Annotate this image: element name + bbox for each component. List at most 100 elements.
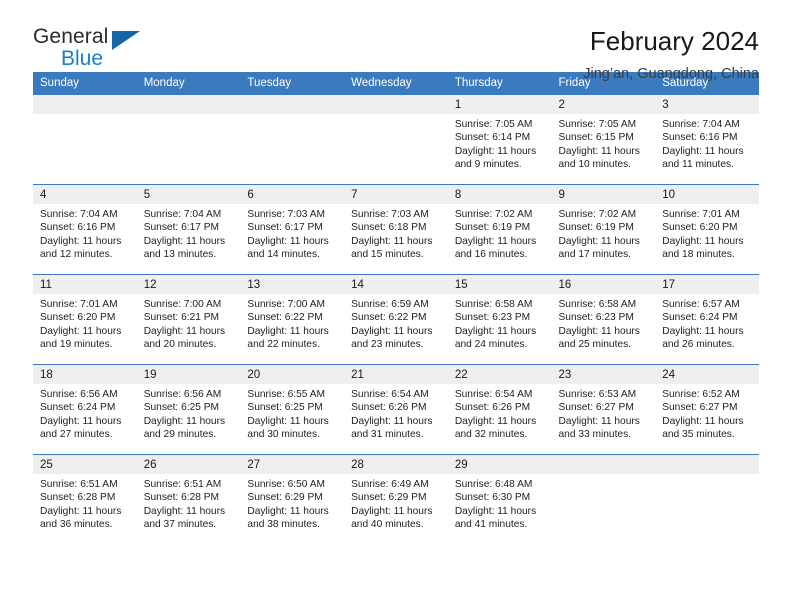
calendar-day-cell[interactable]: 18 Sunrise: 6:56 AM Sunset: 6:24 PM Dayligh… [33,364,137,455]
sunrise-time: Sunrise: 7:04 AM [143,209,222,220]
calendar-day-cell[interactable]: 6 Sunrise: 7:03 AM Sunset: 6:17 PM Daylight… [240,184,345,275]
sunset-time: Sunset: 6:18 PM [351,222,427,234]
calendar-day-cell[interactable]: 9 Sunrise: 7:02 AM Sunset: 6:19 PM Daylight… [551,184,656,275]
day-number [655,455,759,474]
sunrise-time: Sunrise: 6:56 AM [143,389,222,400]
sunset-time: Sunset: 6:15 PM [558,132,634,144]
day-number: 5 [136,185,241,204]
sunset-time: Sunset: 6:19 PM [454,222,531,234]
sunrise-time: Sunrise: 6:53 AM [558,389,637,400]
calendar-day-cell[interactable]: 8 Sunrise: 7:02 AM Sunset: 6:19 PM Daylight… [447,184,552,275]
daylight-duration-line1: Daylight: 11 hours [247,415,329,427]
day-number: 28 [344,455,448,474]
calendar-page: General Blue February 2024 Jing’an, Guan… [0,0,792,612]
daylight-duration-line1: Daylight: 11 hours [143,415,226,427]
calendar-day-cell[interactable]: 26 Sunrise: 6:51 AM Sunset: 6:28 PM Dayligh… [136,454,241,545]
calendar-day-cell[interactable]: 2 Sunrise: 7:05 AM Sunset: 6:15 PM Daylight… [551,94,656,185]
calendar-day-cell[interactable]: 4 Sunrise: 7:04 AM Sunset: 6:16 PM Daylight… [33,184,137,275]
calendar-day-cell[interactable]: 14 Sunrise: 6:59 AM Sunset: 6:22 PM Dayligh… [344,274,448,365]
daylight-duration-line1: Daylight: 11 hours [454,415,537,427]
daylight-duration-line1: Daylight: 11 hours [454,145,537,157]
sunset-time: Sunset: 6:20 PM [40,312,116,324]
day-details: Sunrise: 7:02 AM Sunset: 6:19 PM Daylight:… [448,204,552,261]
sunrise-time: Sunrise: 6:54 AM [351,389,429,400]
day-number: 10 [655,185,759,204]
calendar-day-cell[interactable]: 11 Sunrise: 7:01 AM Sunset: 6:20 PM Dayligh… [33,274,137,365]
calendar-day-cell[interactable]: 17 Sunrise: 6:57 AM Sunset: 6:24 PM Dayligh… [655,274,759,365]
day-number: 14 [344,275,448,294]
sunrise-time: Sunrise: 7:01 AM [40,299,118,310]
daylight-duration-line2: and 13 minutes. [143,248,217,260]
daylight-duration-line1: Daylight: 11 hours [454,505,537,517]
daylight-duration-line1: Daylight: 11 hours [662,325,744,337]
calendar-day-cell[interactable]: 3 Sunrise: 7:04 AM Sunset: 6:16 PM Daylight… [655,94,759,185]
daylight-duration-line1: Daylight: 11 hours [40,415,122,427]
day-number: 27 [240,455,345,474]
daylight-duration-line1: Daylight: 11 hours [558,145,640,157]
calendar-day-cell[interactable]: 29 Sunrise: 6:48 AM Sunset: 6:30 PM Dayligh… [447,454,552,545]
calendar-day-cell[interactable]: 19 Sunrise: 6:56 AM Sunset: 6:25 PM Dayligh… [136,364,241,455]
daylight-duration-line1: Daylight: 11 hours [558,415,640,427]
calendar-day-cell[interactable]: 28 Sunrise: 6:49 AM Sunset: 6:29 PM Dayligh… [344,454,448,545]
sunset-time: Sunset: 6:16 PM [40,222,116,234]
day-details: Sunrise: 6:56 AM Sunset: 6:25 PM Daylight:… [137,384,241,441]
calendar-day-cell[interactable]: 5 Sunrise: 7:04 AM Sunset: 6:17 PM Daylight… [136,184,241,275]
general-blue-logo[interactable]: General Blue [33,26,151,74]
calendar-day-cell[interactable]: 23 Sunrise: 6:53 AM Sunset: 6:27 PM Dayligh… [551,364,656,455]
calendar-day-cell[interactable]: 1 Sunrise: 7:05 AM Sunset: 6:14 PM Daylight… [447,94,552,185]
calendar-day-cell[interactable]: 12 Sunrise: 7:00 AM Sunset: 6:21 PM Dayligh… [136,274,241,365]
weekday-header-thursday: Thursday [447,72,552,95]
weekday-header-wednesday: Wednesday [344,72,448,95]
day-number [344,95,448,114]
calendar-week-row: 11 Sunrise: 7:01 AM Sunset: 6:20 PM Dayligh… [33,274,759,365]
calendar-day-cell[interactable]: 22 Sunrise: 6:54 AM Sunset: 6:26 PM Dayligh… [447,364,552,455]
day-details: Sunrise: 7:03 AM Sunset: 6:17 PM Daylight:… [240,204,344,261]
sunset-time: Sunset: 6:27 PM [558,402,634,414]
day-details: Sunrise: 6:50 AM Sunset: 6:29 PM Daylight:… [240,474,344,531]
sunset-time: Sunset: 6:23 PM [558,312,634,324]
calendar-day-cell[interactable]: 7 Sunrise: 7:03 AM Sunset: 6:18 PM Daylight… [344,184,448,275]
calendar-day-cell[interactable]: 16 Sunrise: 6:58 AM Sunset: 6:23 PM Dayligh… [551,274,656,365]
sunset-time: Sunset: 6:24 PM [662,312,738,324]
calendar-week-row: 1 Sunrise: 7:05 AM Sunset: 6:14 PM Daylight… [33,94,759,185]
day-details: Sunrise: 6:53 AM Sunset: 6:27 PM Daylight:… [552,384,656,441]
sunrise-time: Sunrise: 7:02 AM [558,209,637,220]
sunset-time: Sunset: 6:23 PM [454,312,531,324]
sunrise-time: Sunrise: 7:00 AM [247,299,325,310]
page-header: General Blue February 2024 Jing’an, Guan… [33,0,759,82]
calendar-day-cell[interactable]: 21 Sunrise: 6:54 AM Sunset: 6:26 PM Dayligh… [344,364,448,455]
daylight-duration-line1: Daylight: 11 hours [351,505,433,517]
day-details: Sunrise: 7:00 AM Sunset: 6:22 PM Daylight:… [240,294,344,351]
calendar-day-cell[interactable]: 24 Sunrise: 6:52 AM Sunset: 6:27 PM Dayligh… [655,364,759,455]
day-number: 22 [447,365,552,384]
daylight-duration-line1: Daylight: 11 hours [351,325,433,337]
sunrise-time: Sunrise: 6:51 AM [40,479,118,490]
daylight-duration-line2: and 37 minutes. [143,518,217,530]
calendar-day-cell[interactable]: 10 Sunrise: 7:01 AM Sunset: 6:20 PM Dayligh… [655,184,759,275]
day-number: 15 [447,275,552,294]
calendar-day-cell[interactable]: 20 Sunrise: 6:55 AM Sunset: 6:25 PM Dayligh… [240,364,345,455]
calendar-day-cell[interactable]: 15 Sunrise: 6:58 AM Sunset: 6:23 PM Dayligh… [447,274,552,365]
sunset-time: Sunset: 6:16 PM [662,132,738,144]
sunset-time: Sunset: 6:22 PM [351,312,427,324]
calendar-day-cell[interactable]: 27 Sunrise: 6:50 AM Sunset: 6:29 PM Dayligh… [240,454,345,545]
daylight-duration-line2: and 10 minutes. [558,158,632,170]
calendar-table: Sunday Monday Tuesday Wednesday Thursday… [33,72,759,545]
sunset-time: Sunset: 6:27 PM [662,402,738,414]
day-number: 7 [344,185,448,204]
sunset-time: Sunset: 6:25 PM [247,402,323,414]
day-details: Sunrise: 7:01 AM Sunset: 6:20 PM Daylight:… [33,294,137,351]
daylight-duration-line1: Daylight: 11 hours [662,415,744,427]
daylight-duration-line1: Daylight: 11 hours [662,145,744,157]
sunrise-time: Sunrise: 7:03 AM [247,209,325,220]
calendar-day-cell[interactable]: 13 Sunrise: 7:00 AM Sunset: 6:22 PM Dayligh… [240,274,345,365]
sunrise-time: Sunrise: 6:54 AM [454,389,533,400]
daylight-duration-line1: Daylight: 11 hours [454,325,537,337]
calendar-week-row: 25 Sunrise: 6:51 AM Sunset: 6:28 PM Dayligh… [33,454,759,545]
calendar-day-cell[interactable]: 25 Sunrise: 6:51 AM Sunset: 6:28 PM Dayligh… [33,454,137,545]
day-number: 12 [136,275,241,294]
day-number: 18 [33,365,137,384]
day-details: Sunrise: 7:04 AM Sunset: 6:16 PM Daylight:… [655,114,759,171]
sunset-time: Sunset: 6:21 PM [143,312,220,324]
day-details: Sunrise: 7:00 AM Sunset: 6:21 PM Daylight:… [137,294,241,351]
